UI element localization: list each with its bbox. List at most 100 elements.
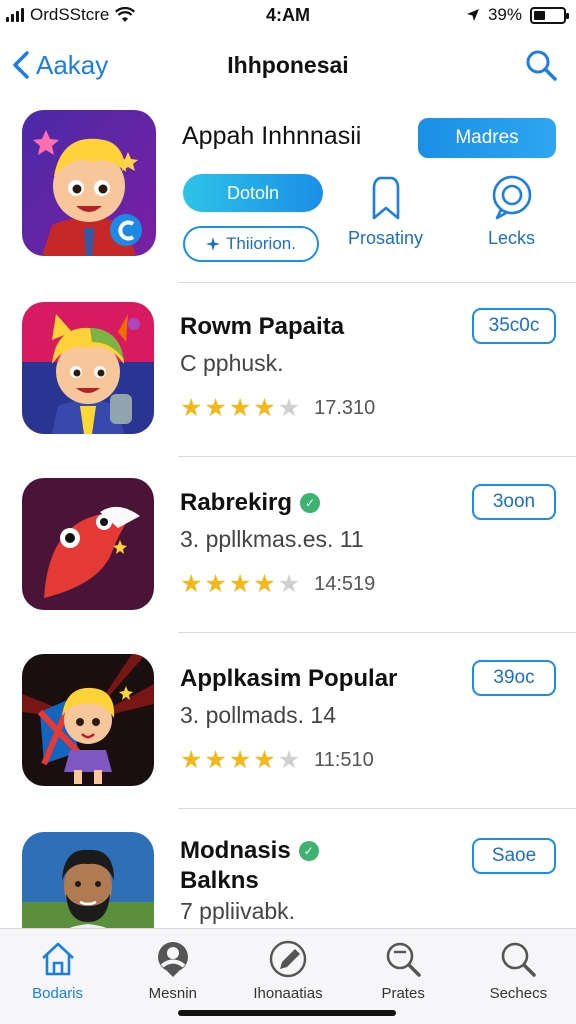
get-button[interactable]: 3oon	[472, 484, 556, 520]
rating-count: 17.310	[314, 397, 376, 419]
profile-icon	[157, 942, 188, 977]
star-icon: ★	[180, 746, 203, 774]
pencil-icon	[269, 940, 307, 978]
rating: ★ ★ ★ ★ ★ 11:510	[180, 748, 374, 773]
app-subtitle: C pphusk.	[180, 350, 284, 376]
divider	[178, 282, 576, 283]
star-icon: ★	[253, 746, 276, 774]
app-subtitle: 3. ppllkmas.es. 11	[180, 526, 364, 552]
tab-search[interactable]: Sechecs	[463, 939, 573, 1024]
star-icon: ★	[228, 394, 252, 422]
chevron-left-icon	[13, 51, 29, 79]
star-icon: ★	[204, 570, 227, 598]
app-title-text: Modnasis	[180, 837, 291, 864]
home-icon	[41, 942, 74, 976]
divider	[178, 632, 576, 633]
cat-boy-icon	[22, 302, 154, 434]
star-icon: ★	[204, 746, 227, 774]
search-icon	[502, 942, 537, 977]
app-icon	[22, 832, 154, 932]
get-button[interactable]: 39oc	[472, 660, 556, 696]
list-item[interactable]: Modnasis ✓ Balkns 7 ppliivabk. Saoe	[0, 832, 576, 932]
man-portrait-icon	[22, 832, 154, 932]
app-title: Applkasim Popular	[180, 664, 397, 694]
back-label: Aakay	[36, 49, 109, 80]
tab-home[interactable]: Bodaris	[3, 939, 113, 1024]
battery-fill	[534, 10, 545, 20]
app-icon[interactable]	[22, 110, 156, 256]
star-icon: ★	[277, 746, 301, 774]
red-bird-icon	[22, 478, 154, 610]
star-rating: ★ ★ ★ ★ ★	[180, 396, 300, 421]
app-title-text-line2: Balkns	[180, 867, 259, 894]
list-item[interactable]: Rowm Papaita C pphusk. ★ ★ ★ ★ ★ 17.310 35c0…	[0, 302, 576, 462]
star-icon: ★	[277, 394, 301, 422]
app-subtitle: 7 ppliivabk.	[180, 898, 296, 924]
app-icon	[22, 654, 154, 786]
verified-badge-icon: ✓	[298, 841, 319, 861]
tab-label: Mesnin	[148, 985, 197, 1002]
chat-icon	[492, 175, 531, 220]
verified-badge-icon: ✓	[300, 493, 321, 513]
app-title-text: Rabrekirg	[180, 489, 293, 516]
star-icon: ★	[228, 570, 252, 598]
app-title-line: Modnasis ✓	[180, 836, 319, 866]
tab-label: Sechecs	[489, 985, 548, 1002]
app-title: Rabrekirg ✓	[180, 488, 321, 518]
action-chat-label: Lecks	[488, 228, 536, 248]
featured-app-title: Appah Inhnnasii	[182, 122, 362, 150]
star-rating: ★ ★ ★ ★ ★	[180, 572, 300, 597]
app-icon	[22, 478, 154, 610]
app-subtitle: 3. pollmads. 14	[180, 702, 336, 728]
tab-label: Ihonaatias	[253, 985, 323, 1002]
tab-label: Bodaris	[32, 985, 84, 1002]
bookmark-icon	[372, 176, 399, 220]
star-icon: ★	[180, 394, 203, 422]
star-icon: ★	[277, 570, 301, 598]
carrier-label: OrdSStcre	[30, 5, 110, 24]
cartoon-boy-icon	[22, 110, 156, 256]
get-button[interactable]: Saoe	[472, 838, 556, 874]
app-icon	[22, 302, 154, 434]
rating: ★ ★ ★ ★ ★ 17.310	[180, 396, 375, 421]
search-tag-icon	[386, 942, 421, 977]
sparkle-icon	[206, 237, 221, 251]
download-button[interactable]: Dotoln	[183, 174, 323, 212]
star-icon: ★	[253, 570, 276, 598]
info-button[interactable]: Thiiorion.	[183, 226, 319, 262]
home-indicator	[178, 1010, 396, 1016]
rating: ★ ★ ★ ★ ★ 14:519	[180, 572, 375, 597]
status-bar: OrdSStcre 4:AM 39%	[0, 0, 576, 30]
app-title: Modnasis ✓ Balkns	[180, 836, 319, 896]
list-item[interactable]: Rabrekirg ✓ 3. ppllkmas.es. 11 ★ ★ ★ ★ ★ 14:…	[0, 478, 576, 638]
app-title-text: Rowm Papaita	[180, 313, 345, 340]
signal-icon	[6, 8, 24, 22]
star-icon: ★	[253, 394, 276, 422]
get-button[interactable]: 35c0c	[472, 308, 556, 344]
app-title: Rowm Papaita	[180, 312, 344, 342]
featured-app: Appah Inhnnasii Madres Dotoln Thiiorion.…	[0, 108, 576, 278]
star-icon: ★	[228, 746, 252, 774]
app-title-text: Applkasim Popular	[180, 665, 398, 692]
back-button[interactable]: Aakay	[12, 50, 108, 81]
battery-icon	[530, 6, 569, 24]
tab-label: Prates	[381, 985, 425, 1002]
nav-bar: Aakay Ihhponesai	[0, 40, 576, 90]
search-button[interactable]	[524, 48, 558, 87]
primary-action-button[interactable]: Madres	[418, 118, 556, 158]
action-bookmark[interactable]: Prosatiny	[348, 174, 423, 249]
girl-character-icon	[22, 654, 154, 786]
list-item[interactable]: Applkasim Popular 3. pollmads. 14 ★ ★ ★ ★ ★ …	[0, 654, 576, 814]
star-icon: ★	[180, 570, 203, 598]
action-chat[interactable]: Lecks	[488, 174, 535, 249]
star-rating: ★ ★ ★ ★ ★	[180, 748, 300, 773]
rating-count: 11:510	[314, 749, 374, 771]
location-arrow-icon	[466, 9, 479, 21]
action-bookmark-label: Prosatiny	[348, 228, 424, 248]
battery-percent: 39%	[487, 5, 522, 24]
info-button-label: Thiiorion.	[226, 234, 296, 253]
divider	[178, 456, 576, 457]
wifi-icon	[115, 7, 136, 22]
rating-count: 14:519	[314, 573, 376, 595]
divider	[178, 808, 576, 809]
